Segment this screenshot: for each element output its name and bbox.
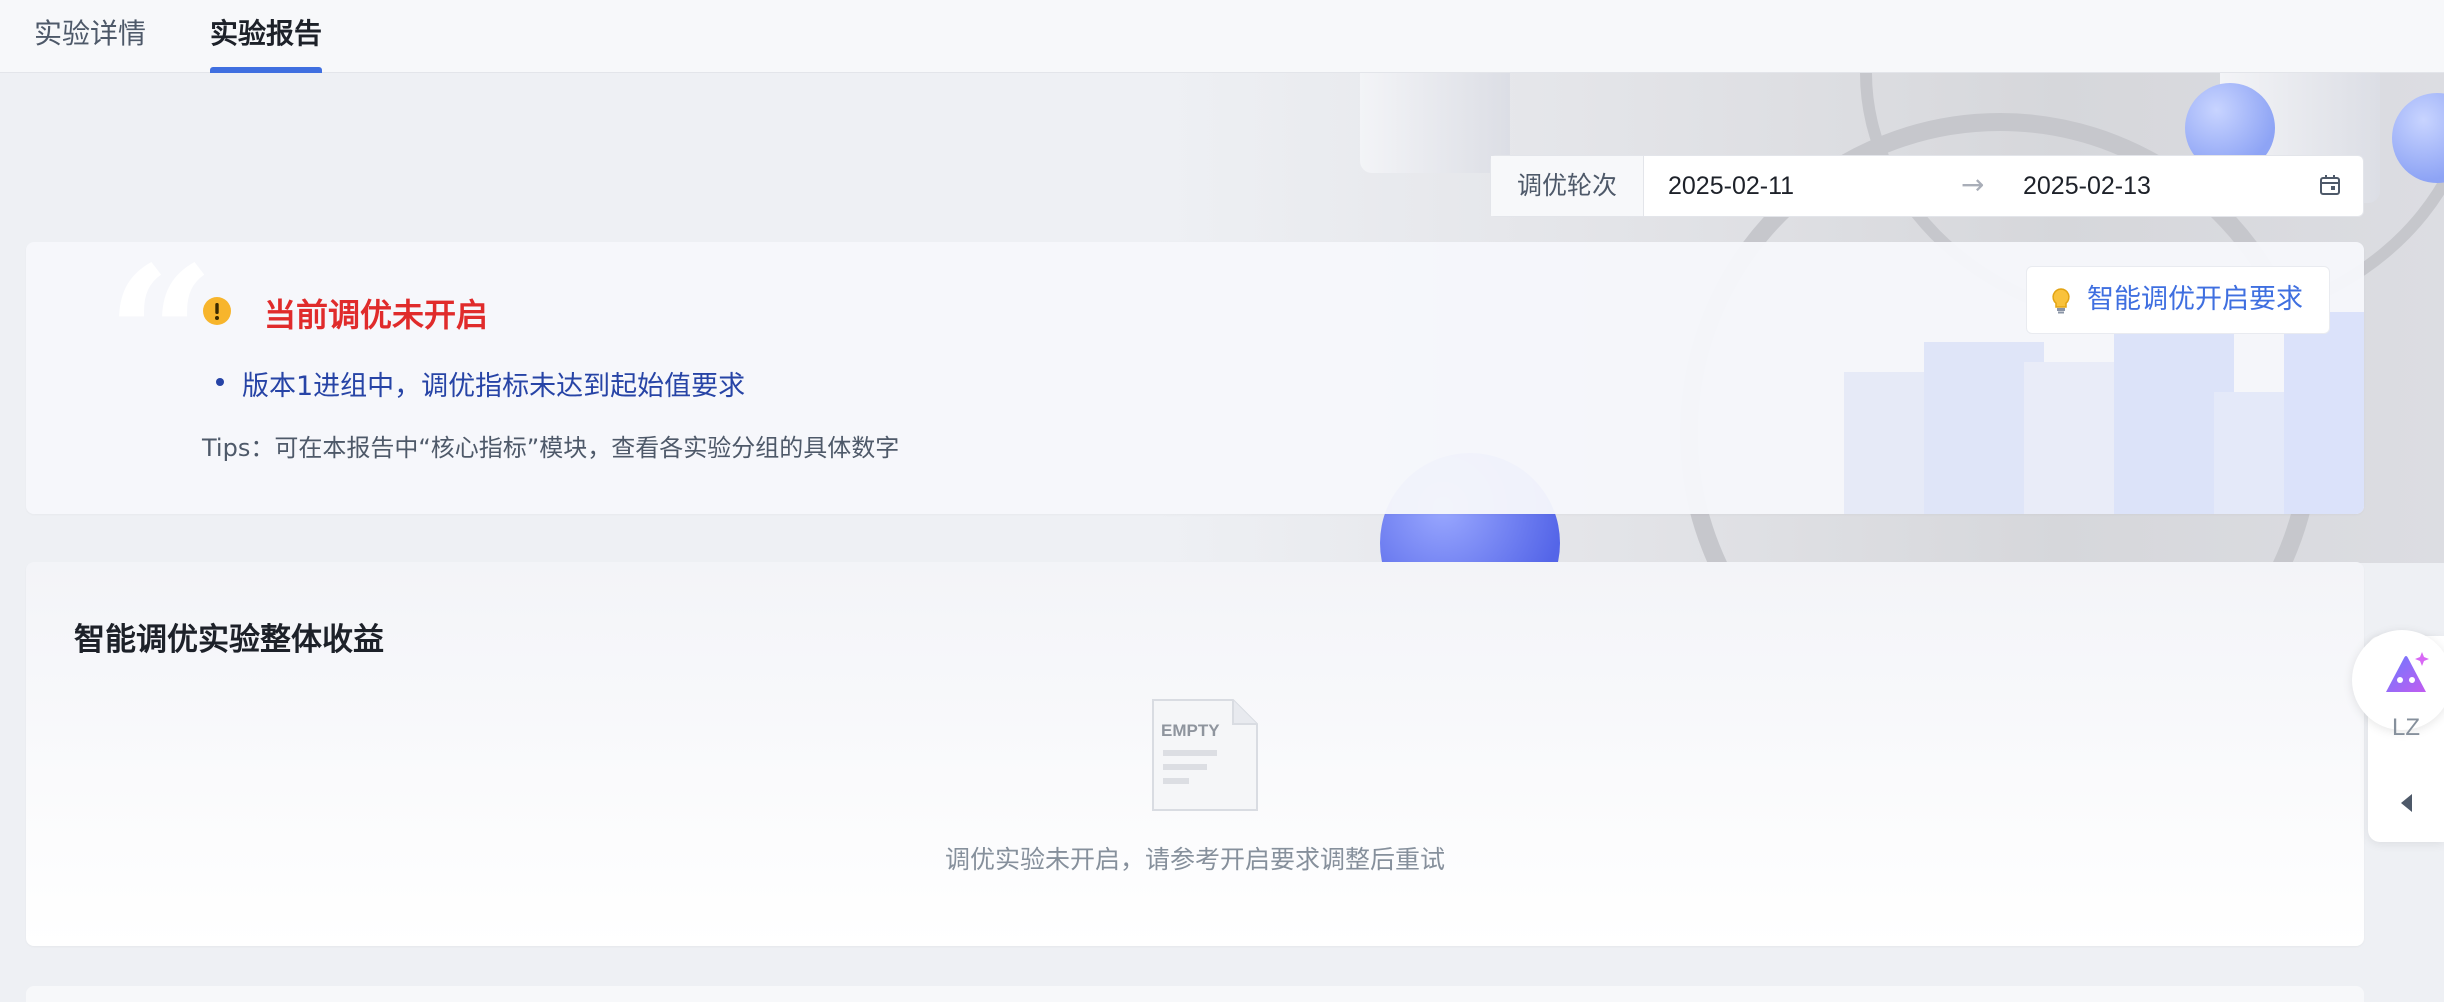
report-tab-bar: 实验详情 实验报告 xyxy=(0,0,2444,73)
warning-icon xyxy=(203,297,231,325)
range-start-date[interactable]: 2025-02-11 xyxy=(1668,156,1794,216)
overall-benefit-card: 智能调优实验整体收益 EMPTY 调优实验未开启，请参考开启要求调整后重试 xyxy=(26,562,2364,946)
ai-assistant-icon[interactable] xyxy=(2378,646,2434,702)
status-tips: Tips：可在本报告中“核心指标”模块，查看各实验分组的具体数字 xyxy=(202,434,900,462)
range-end-date[interactable]: 2025-02-13 xyxy=(2023,156,2151,216)
tuning-requirements-button[interactable]: 智能调优开启要求 xyxy=(2026,266,2330,334)
bullet-dot xyxy=(216,378,224,386)
empty-badge: EMPTY xyxy=(1161,721,1220,740)
tuning-status-card: “ 当前调优未开启 版本1进组中，调优指标未达到起始值要求 Tips：可在本报告… xyxy=(26,242,2364,514)
empty-state-message: 调优实验未开启，请参考开启要求调整后重试 xyxy=(944,845,1445,874)
status-title: 当前调优未开启 xyxy=(264,296,489,334)
empty-document-icon: EMPTY xyxy=(1152,699,1258,811)
status-reason: 版本1进组中，调优指标未达到起始值要求 xyxy=(242,371,746,402)
next-section-card xyxy=(26,986,2364,1002)
range-separator-arrow: → xyxy=(1961,168,1985,201)
benefit-title: 智能调优实验整体收益 xyxy=(74,622,384,658)
tab-experiment-report[interactable]: 实验报告 xyxy=(210,0,322,73)
user-initials: LZ xyxy=(2392,714,2421,741)
requirements-button-label: 智能调优开启要求 xyxy=(2087,284,2303,315)
tuning-round-range-picker[interactable]: 调优轮次 2025-02-11 → 2025-02-13 xyxy=(1490,155,2364,217)
quote-mark-decoration: “ xyxy=(106,242,216,448)
active-tab-indicator xyxy=(210,67,322,73)
range-label: 调优轮次 xyxy=(1491,156,1644,216)
lightbulb-icon xyxy=(2052,288,2070,314)
calendar-icon[interactable] xyxy=(2319,174,2341,196)
collapse-left-icon[interactable] xyxy=(2398,792,2416,814)
tab-experiment-details[interactable]: 实验详情 xyxy=(34,0,146,73)
